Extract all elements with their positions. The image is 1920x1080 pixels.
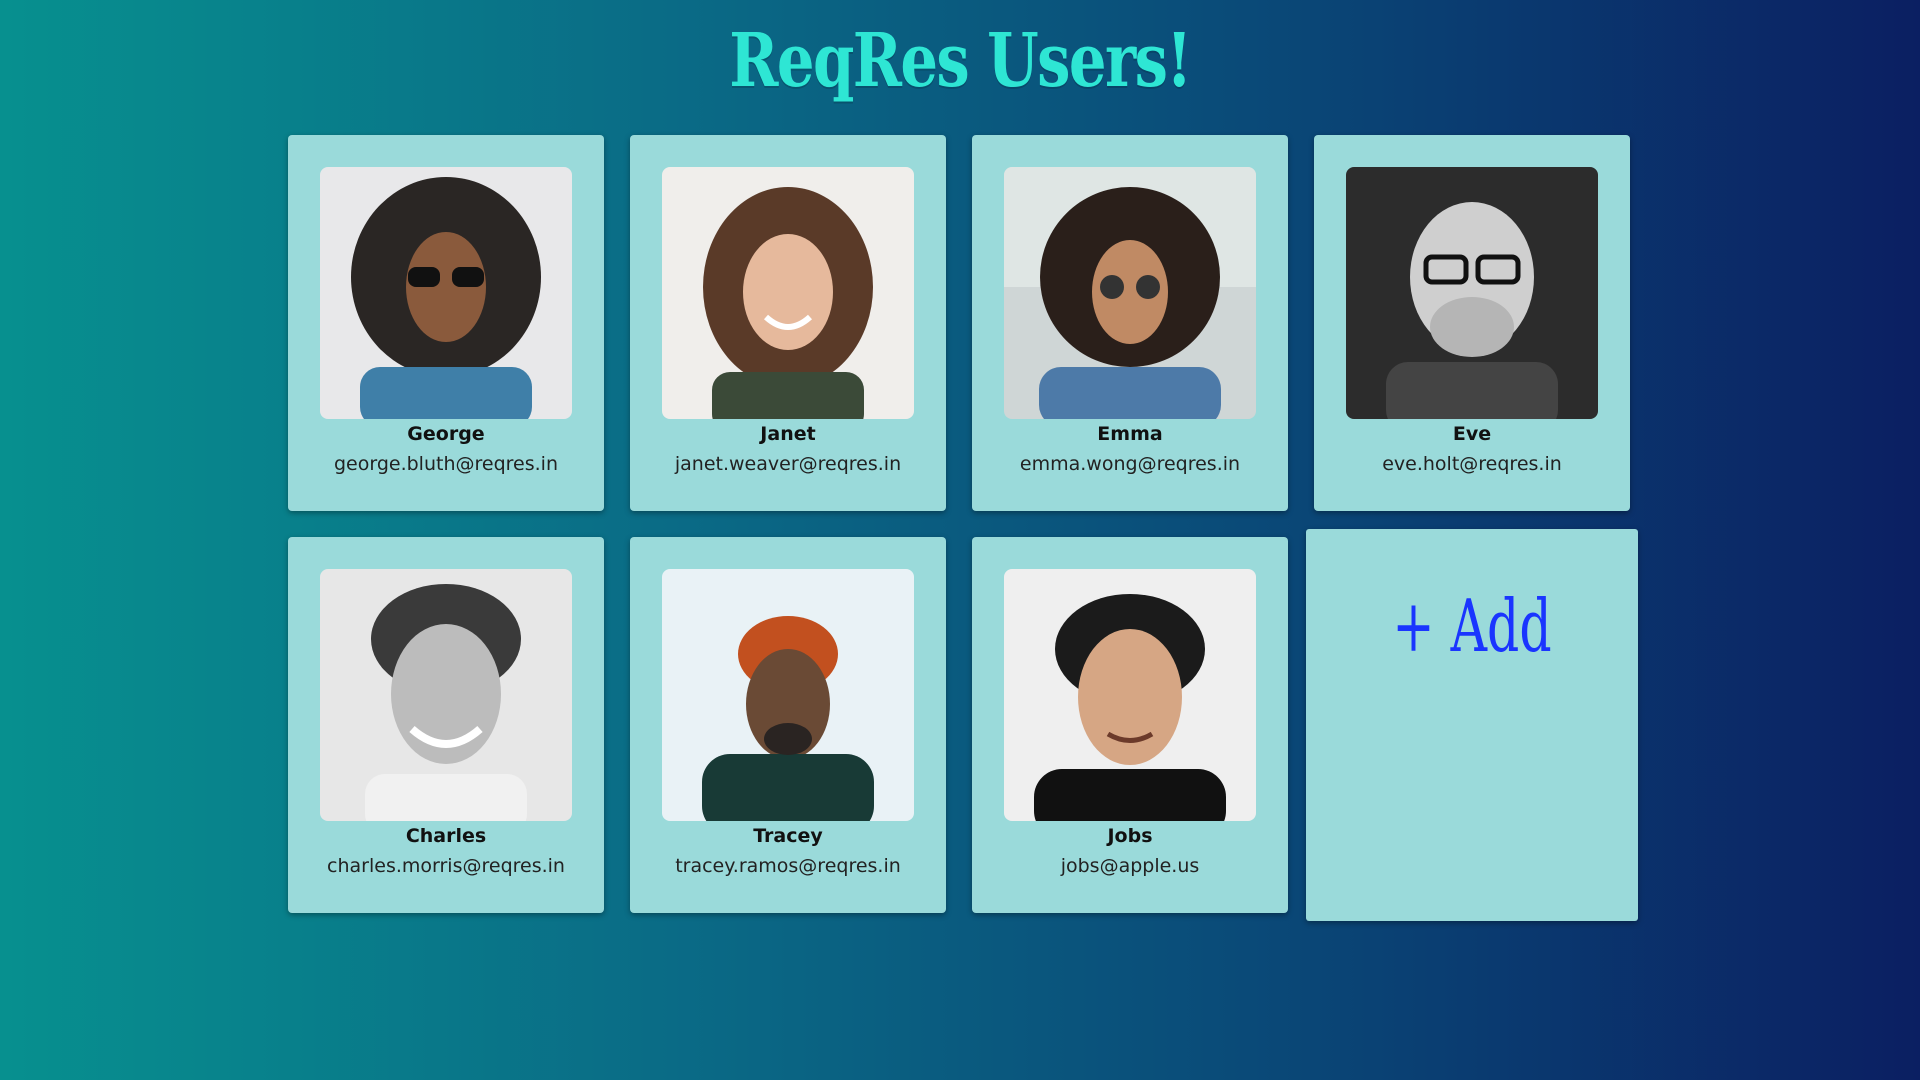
user-card[interactable]: George george.bluth@reqres.in <box>288 135 604 511</box>
add-user-button[interactable]: + Add <box>1356 584 1588 668</box>
user-email: janet.weaver@reqres.in <box>674 453 902 475</box>
user-email: emma.wong@reqres.in <box>1019 453 1241 475</box>
user-card[interactable]: Eve eve.holt@reqres.in <box>1314 135 1630 511</box>
user-name: Charles <box>405 825 487 847</box>
page-title: ReqRes Users! <box>729 18 1192 104</box>
avatar <box>320 569 572 821</box>
avatar <box>320 167 572 419</box>
avatar <box>1346 167 1598 419</box>
user-name: Janet <box>760 423 816 445</box>
user-card[interactable]: Charles charles.morris@reqres.in <box>288 537 604 913</box>
user-email: george.bluth@reqres.in <box>333 453 558 475</box>
user-name: Eve <box>1452 423 1492 445</box>
avatar <box>662 167 914 419</box>
user-card[interactable]: Tracey tracey.ramos@reqres.in <box>630 537 946 913</box>
add-user-card[interactable]: + Add <box>1306 529 1638 921</box>
user-email: charles.morris@reqres.in <box>327 855 565 877</box>
avatar <box>1004 569 1256 821</box>
user-email: eve.holt@reqres.in <box>1382 453 1562 475</box>
user-name: Jobs <box>1107 825 1153 847</box>
user-name: George <box>407 423 485 445</box>
user-email: jobs@apple.us <box>1060 855 1200 877</box>
user-card[interactable]: Jobs jobs@apple.us <box>972 537 1288 913</box>
avatar <box>1004 167 1256 419</box>
user-card[interactable]: Janet janet.weaver@reqres.in <box>630 135 946 511</box>
user-name: Tracey <box>753 825 823 847</box>
user-email: tracey.ramos@reqres.in <box>675 855 901 877</box>
avatar <box>662 569 914 821</box>
user-name: Emma <box>1097 423 1163 445</box>
user-card[interactable]: Emma emma.wong@reqres.in <box>972 135 1288 511</box>
